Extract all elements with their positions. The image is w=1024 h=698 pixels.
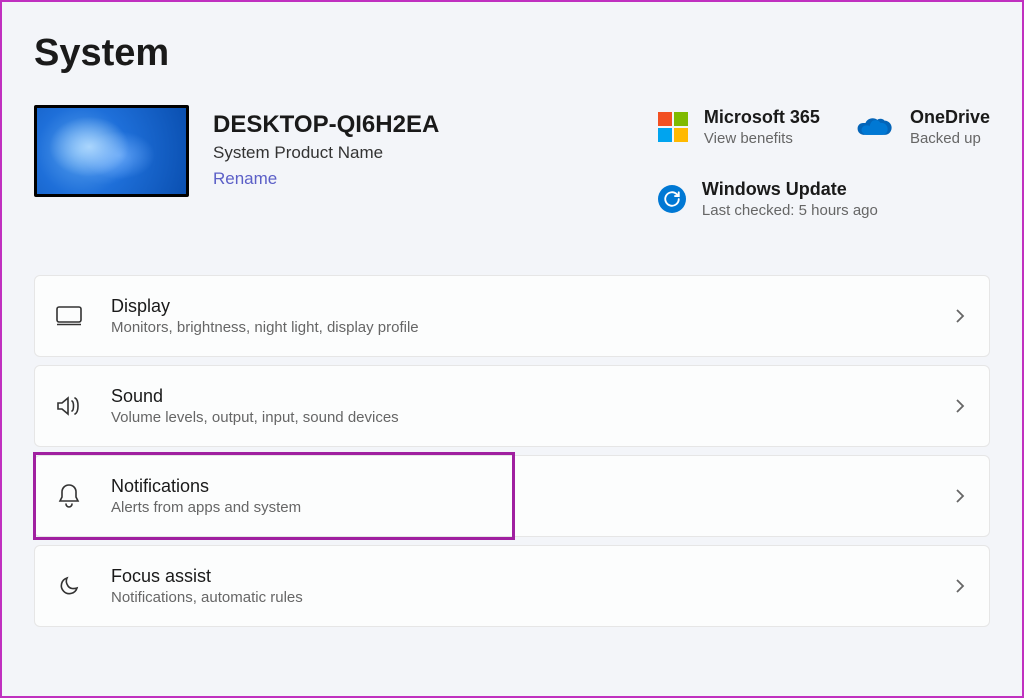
display-icon [55, 302, 83, 330]
status-update[interactable]: Windows Update Last checked: 5 hours ago [658, 179, 878, 219]
item-title: Display [111, 296, 927, 317]
sound-icon [55, 392, 83, 420]
status-cluster: Microsoft 365 View benefits OneDrive Bac… [658, 105, 990, 219]
device-thumbnail [34, 105, 189, 197]
item-desc: Volume levels, output, input, sound devi… [111, 409, 927, 426]
item-title: Notifications [111, 476, 927, 497]
onedrive-title: OneDrive [910, 107, 990, 128]
device-info: DESKTOP-QI6H2EA System Product Name Rena… [213, 105, 634, 189]
chevron-right-icon [955, 308, 965, 324]
ms365-title: Microsoft 365 [704, 107, 820, 128]
item-title: Sound [111, 386, 927, 407]
ms365-sub: View benefits [704, 130, 820, 147]
settings-item-sound[interactable]: Sound Volume levels, output, input, soun… [34, 365, 990, 447]
update-sync-icon [658, 185, 686, 213]
status-onedrive[interactable]: OneDrive Backed up [856, 107, 990, 147]
item-desc: Alerts from apps and system [111, 499, 927, 516]
chevron-right-icon [955, 488, 965, 504]
microsoft-logo-icon [658, 112, 688, 142]
chevron-right-icon [955, 578, 965, 594]
settings-item-notifications[interactable]: Notifications Alerts from apps and syste… [34, 455, 990, 537]
status-ms365[interactable]: Microsoft 365 View benefits [658, 107, 820, 147]
update-sub: Last checked: 5 hours ago [702, 202, 878, 219]
onedrive-sub: Backed up [910, 130, 990, 147]
bell-icon [55, 482, 83, 510]
item-desc: Notifications, automatic rules [111, 589, 927, 606]
settings-list: Display Monitors, brightness, night ligh… [34, 275, 990, 627]
update-title: Windows Update [702, 179, 878, 200]
device-product: System Product Name [213, 143, 634, 163]
moon-icon [55, 572, 83, 600]
rename-link[interactable]: Rename [213, 169, 277, 189]
cloud-icon [856, 115, 894, 139]
chevron-right-icon [955, 398, 965, 414]
item-desc: Monitors, brightness, night light, displ… [111, 319, 927, 336]
item-title: Focus assist [111, 566, 927, 587]
system-header: DESKTOP-QI6H2EA System Product Name Rena… [34, 105, 990, 219]
device-name: DESKTOP-QI6H2EA [213, 111, 634, 139]
settings-item-focus-assist[interactable]: Focus assist Notifications, automatic ru… [34, 545, 990, 627]
settings-item-display[interactable]: Display Monitors, brightness, night ligh… [34, 275, 990, 357]
page-title: System [34, 32, 990, 75]
